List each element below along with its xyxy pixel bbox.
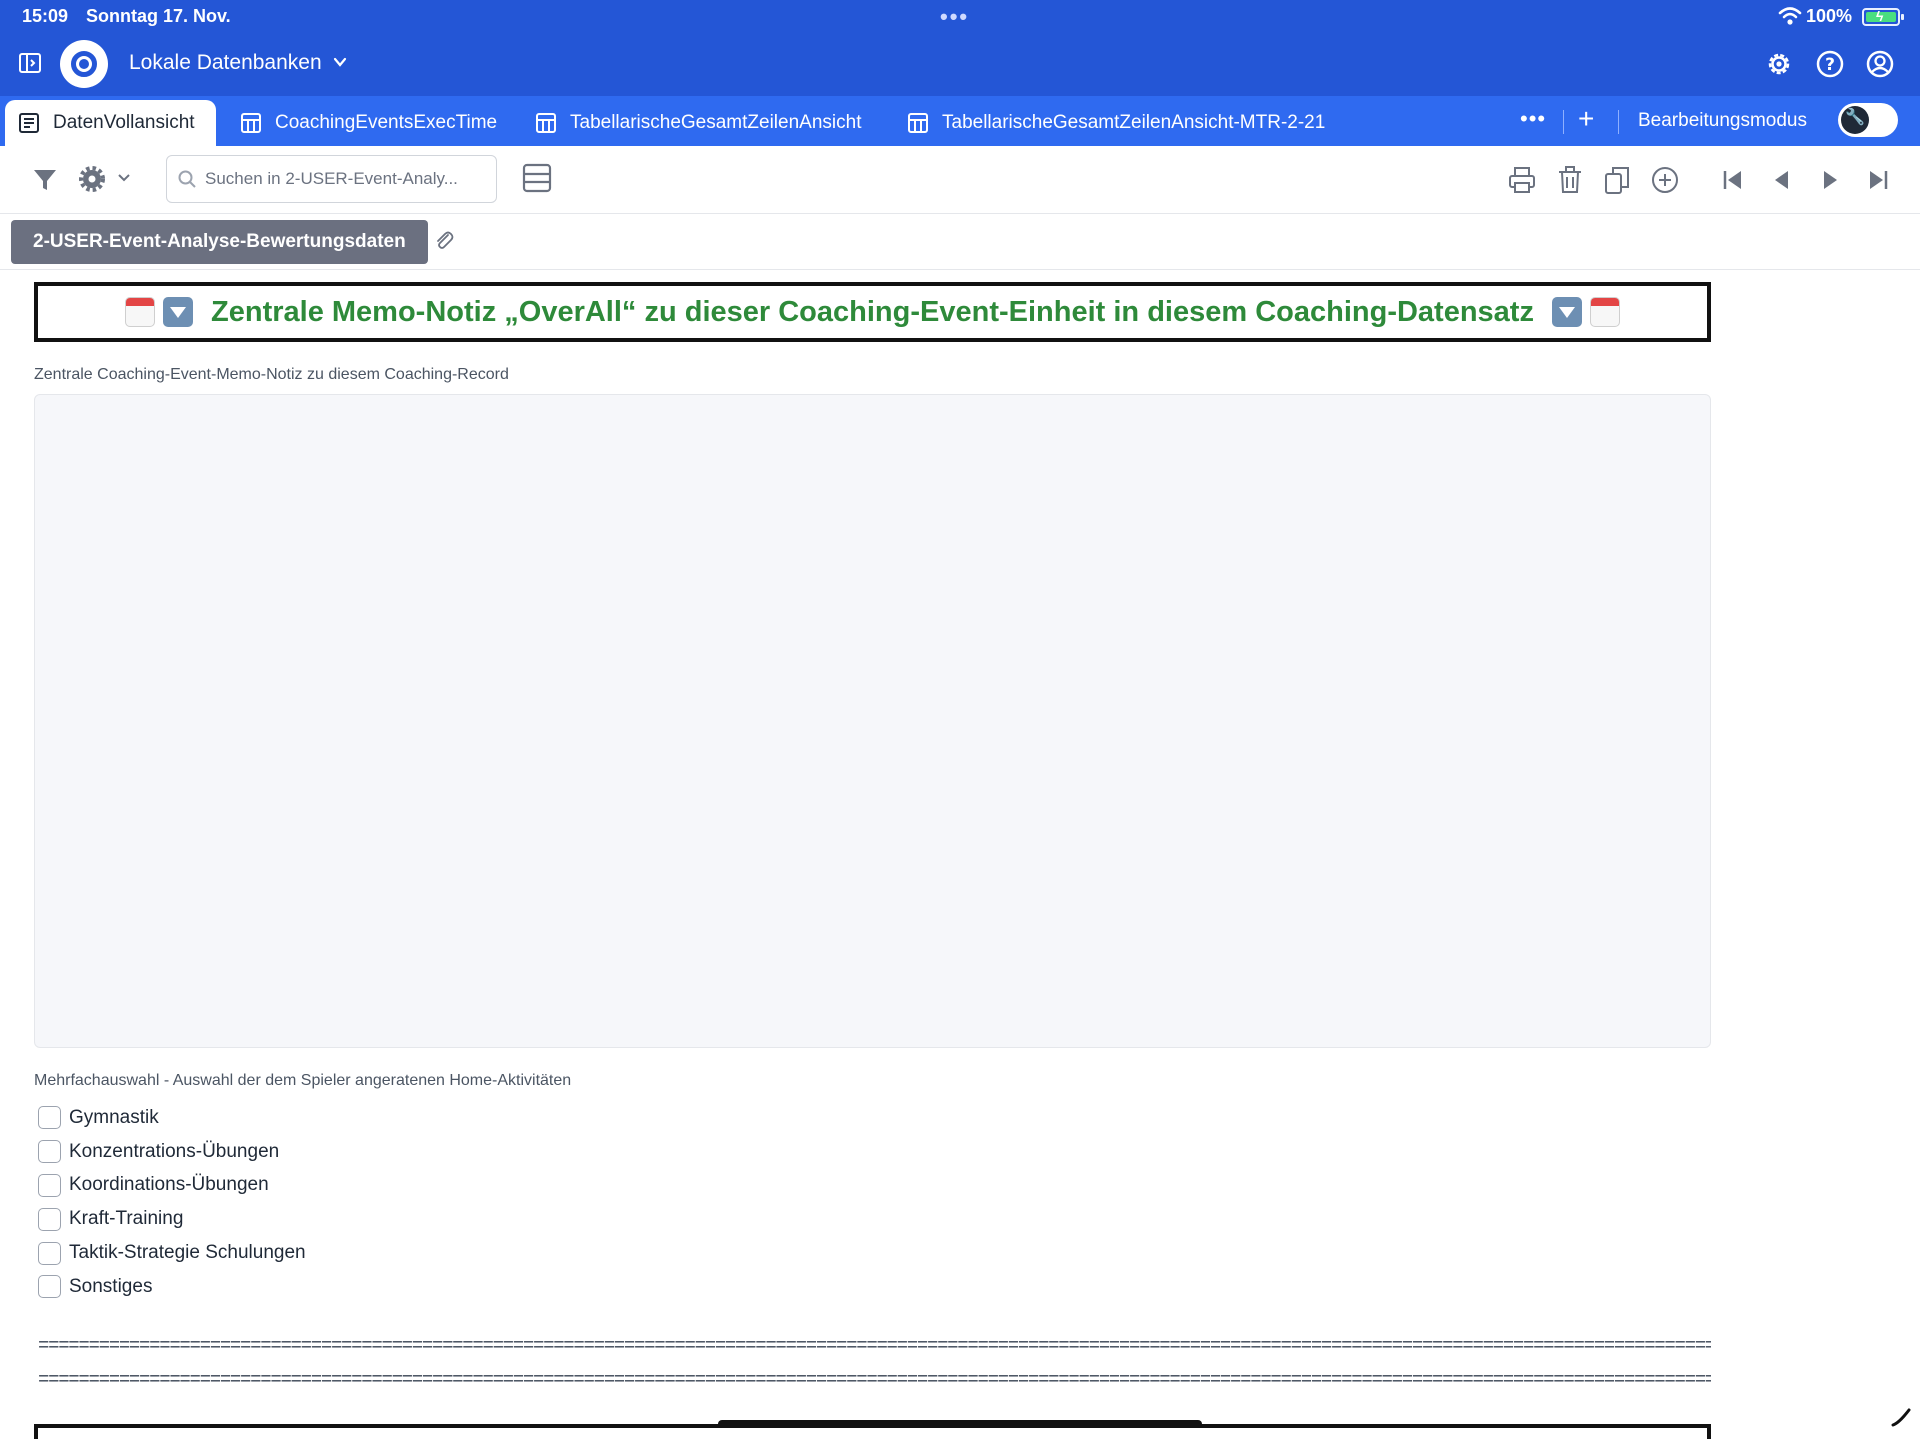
calendar-icon [125,297,156,327]
edit-mode-label: Bearbeitungsmodus [1638,110,1807,131]
tab-tabellarischegesamtzeilenansicht[interactable]: TabellarischeGesamtZeilenAnsicht [534,100,861,146]
wrench-icon: 🔧 [1845,109,1865,126]
checkbox-gymnastik[interactable]: Gymnastik [38,1101,306,1135]
edit-mode-toggle[interactable]: 🔧 [1838,103,1898,137]
chevron-down-icon[interactable] [332,54,348,70]
checkbox-label: Konzentrations-Übungen [69,1140,280,1162]
tab-divider [1563,110,1564,134]
tab-label: CoachingEventsExecTime [275,112,498,133]
duplicate-icon[interactable] [1603,165,1633,195]
checkbox[interactable] [38,1106,61,1130]
checkbox-label: Sonstiges [69,1275,153,1297]
tab-label: TabellarischeGesamtZeilenAnsicht-MTR-2-2… [942,112,1326,133]
separator-line: ========================================… [38,1335,1711,1357]
table-name-chip[interactable]: 2-USER-Event-Analyse-Bewertungsdaten [11,220,428,264]
help-icon[interactable]: ? [1815,49,1845,79]
app-logo[interactable] [60,40,108,88]
battery-percent: 100% [1806,6,1853,26]
memo-textarea[interactable] [34,394,1711,1048]
layout-rows-icon[interactable] [522,163,552,193]
checkbox-label: Taktik-Strategie Schulungen [69,1242,306,1264]
checkbox[interactable] [38,1241,61,1265]
checkbox[interactable] [38,1140,61,1164]
checkbox-label: Koordinations-Übungen [69,1174,269,1196]
previous-record-icon[interactable] [1769,167,1795,193]
calendar-icon [1589,297,1620,327]
status-date: Sonntag 17. Nov. [86,6,231,26]
more-tabs-button[interactable]: ••• [1520,106,1546,132]
filter-icon[interactable] [31,166,59,194]
top-navigation: Lokale Datenbanken ? [0,34,1920,96]
multitasking-dots-icon[interactable]: ••• [940,4,969,30]
add-view-button[interactable]: + [1578,103,1594,135]
home-indicator[interactable] [718,1420,1202,1428]
last-record-icon[interactable] [1865,167,1891,193]
separator-line: ========================================… [38,1369,1711,1391]
search-icon [178,170,196,188]
gear-icon[interactable] [1764,49,1794,79]
chevron-down-icon[interactable] [116,170,132,186]
user-account-icon[interactable] [1865,49,1895,79]
checkbox-label: Kraft-Training [69,1208,184,1230]
table-chip-row: 2-USER-Event-Analyse-Bewertungsdaten [0,214,1920,270]
checkbox-label: Gymnastik [69,1106,159,1128]
tab-label: TabellarischeGesamtZeilenAnsicht [570,112,862,133]
print-icon[interactable] [1507,165,1537,195]
checkbox[interactable] [38,1207,61,1231]
paperclip-icon[interactable] [432,229,456,253]
memo-field-label: Zentrale Coaching-Event-Memo-Notiz zu di… [34,366,509,383]
settings-gear-icon[interactable] [78,165,106,193]
status-bar: 15:09 Sonntag 17. Nov. ••• 100% ϟ [0,0,1920,34]
down-arrow-icon [163,297,194,327]
checkbox-sonstiges[interactable]: Sonstiges [38,1270,306,1304]
add-record-icon[interactable] [1650,165,1680,195]
status-time: 15:09 [22,6,69,26]
battery-icon: ϟ [1862,8,1904,26]
table-view-icon [241,113,261,133]
table-view-icon [536,113,556,133]
checkbox-group: Gymnastik Konzentrations-Übungen Koordin… [38,1101,306,1304]
down-arrow-icon [1551,297,1582,327]
wifi-icon [1778,7,1802,25]
svg-text:?: ? [1825,55,1835,75]
record-toolbar [0,146,1920,214]
checkbox[interactable] [38,1173,61,1197]
first-record-icon[interactable] [1720,167,1746,193]
view-tab-bar: DatenVollansicht CoachingEventsExecTime … [0,96,1920,146]
search-box[interactable] [166,155,497,203]
delete-trash-icon[interactable] [1555,165,1585,195]
tab-divider [1618,110,1619,134]
section-banner: Zentrale Memo-Notiz „OverAll“ zu dieser … [34,282,1711,342]
checkbox[interactable] [38,1275,61,1299]
checkbox-koordinations-uebungen[interactable]: Koordinations-Übungen [38,1169,306,1203]
checkbox-taktik-strategie[interactable]: Taktik-Strategie Schulungen [38,1236,306,1270]
banner-title: Zentrale Memo-Notiz „OverAll“ zu dieser … [211,295,1534,328]
pencil-scribble-icon[interactable] [1890,1406,1912,1428]
sidebar-toggle-icon[interactable] [18,51,42,75]
multi-select-label: Mehrfachauswahl - Auswahl der dem Spiele… [34,1072,572,1089]
checkbox-kraft-training[interactable]: Kraft-Training [38,1202,306,1236]
checkbox-konzentrations-uebungen[interactable]: Konzentrations-Übungen [38,1135,306,1169]
form-view-icon [19,113,39,133]
database-selector[interactable]: Lokale Datenbanken [129,51,322,75]
table-view-icon [908,113,928,133]
tab-coachingeventsexectime[interactable]: CoachingEventsExecTime [239,100,497,146]
next-record-icon[interactable] [1817,167,1843,193]
tab-label: DatenVollansicht [53,112,195,133]
tab-datenvollansicht[interactable]: DatenVollansicht [5,100,216,146]
search-input[interactable] [205,156,490,202]
app-window: 15:09 Sonntag 17. Nov. ••• 100% ϟ Lokale… [0,0,1920,1439]
tab-tabellarischegesamtzeilenansicht-mtr[interactable]: TabellarischeGesamtZeilenAnsicht-MTR-2-2… [906,100,1325,146]
